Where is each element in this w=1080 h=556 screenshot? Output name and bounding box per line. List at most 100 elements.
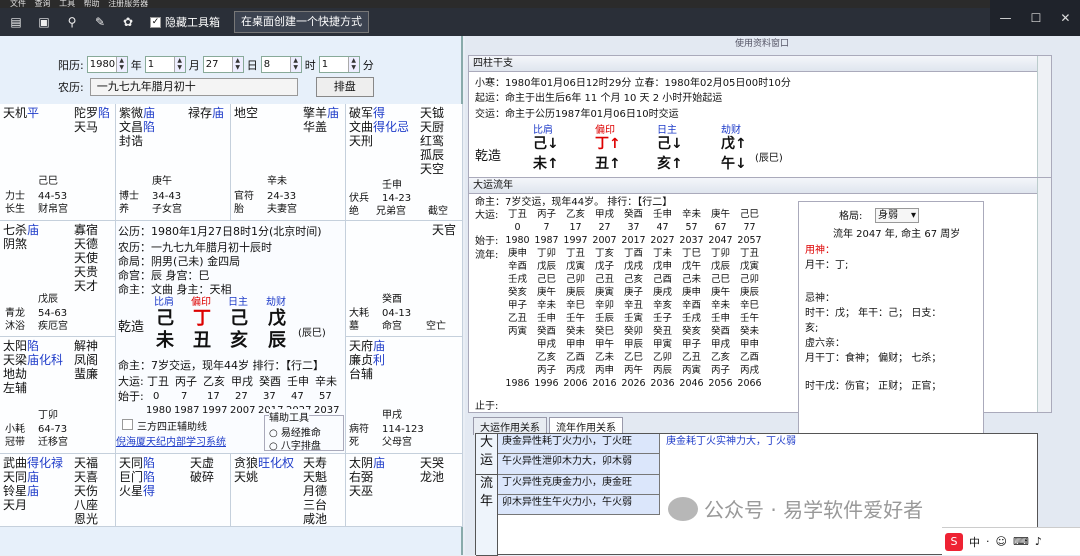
liunian-cell[interactable]: 丙寅 (503, 325, 532, 338)
liunian-cell[interactable]: 辛巳 (735, 299, 764, 312)
relation-cell[interactable]: 庚金耗丁火实神力大，丁火弱 (662, 434, 862, 454)
tray-item[interactable]: · (986, 535, 990, 548)
liunian-cell[interactable]: 甲午 (590, 338, 619, 351)
palace-maomu[interactable]: 太阳陷 天梁庙化科 地劫 左辅 解神 凤阁 蜚廉 丁卯 小耗 64-73 冠带 … (0, 337, 116, 454)
liunian-cell[interactable]: 癸未 (735, 325, 764, 338)
palace-shenjin[interactable]: 破军得 文曲得化忌 天刑 天钺 天厨 红鸾 孤辰 天空 壬申 伏兵 14-23 … (346, 104, 463, 221)
minimize-icon[interactable]: — (1000, 11, 1012, 25)
liunian-cell[interactable]: 癸酉 (532, 325, 561, 338)
menu-register[interactable]: 注册服务器 (108, 0, 148, 8)
liunian-cell[interactable]: 癸亥 (677, 325, 706, 338)
liunian-cell[interactable]: 辛巳 (561, 299, 590, 312)
liunian-cell[interactable]: 庚辰 (561, 286, 590, 299)
liunian-cell[interactable]: 戊午 (677, 260, 706, 273)
pin-icon[interactable]: ✎ (91, 13, 109, 31)
liunian-cell[interactable]: 戊子 (590, 260, 619, 273)
liunian-cell[interactable]: 甲戌 (706, 338, 735, 351)
liunian-cell[interactable]: 己卯 (561, 273, 590, 286)
spin-arrows-icon[interactable]: ▲ ▼ (115, 57, 127, 72)
tray-item[interactable]: 中 (969, 534, 980, 550)
tray-item[interactable]: ⌨ (1013, 535, 1029, 548)
radio-bazi[interactable]: ○ 八字排盘 (269, 437, 321, 452)
spin-arrows-icon[interactable]: ▲ ▼ (231, 57, 243, 72)
liunian-cell[interactable]: 乙卯 (648, 351, 677, 364)
palace-haishui[interactable]: 太阴庙 右弼 天巫 天哭 龙池 (346, 454, 463, 527)
liunian-cell[interactable]: 己巳 (532, 273, 561, 286)
liunian-cell[interactable]: 庚寅 (590, 286, 619, 299)
liunian-cell[interactable]: 辛卯 (590, 299, 619, 312)
liunian-cell[interactable]: 丁亥 (590, 247, 619, 260)
liunian-cell[interactable]: 辛亥 (648, 299, 677, 312)
dayun-cell[interactable]: 甲戌 (590, 208, 619, 221)
liunian-cell[interactable]: 乙未 (590, 351, 619, 364)
palace-sishe[interactable]: 天机平 陀罗陷 天马 己巳 力士 44-53 长生 财帛宫 (0, 104, 116, 221)
color-icon[interactable]: ✿ (119, 13, 137, 31)
liunian-cell[interactable]: 戊辰 (706, 260, 735, 273)
menu-tools[interactable]: 工具 (59, 0, 75, 8)
hour-spinner[interactable]: 8 ▲ ▼ (260, 56, 302, 73)
spin-arrows-icon[interactable]: ▲ ▼ (347, 57, 359, 72)
liunian-cell[interactable]: 戊申 (648, 260, 677, 273)
liunian-cell[interactable]: 辛酉 (503, 260, 532, 273)
palace-chenmu[interactable]: 七杀庙 阴煞 寡宿 天德 天使 天贵 天才 戊辰 青龙 54-63 沐浴 疾厄宫 (0, 221, 116, 337)
ime-icon[interactable]: S (945, 532, 963, 551)
dayun-cell[interactable]: 壬申 (648, 208, 677, 221)
liunian-cell[interactable]: 辛未 (532, 299, 561, 312)
liunian-cell[interactable]: 丁丑 (561, 247, 590, 260)
liunian-cell[interactable]: 己卯 (735, 273, 764, 286)
dayun-cell[interactable]: 庚午 (706, 208, 735, 221)
minute-value[interactable]: 1 (320, 59, 348, 70)
liunian-cell[interactable]: 戊寅 (561, 260, 590, 273)
liunian-cell[interactable]: 辛丑 (619, 299, 648, 312)
geju-select[interactable]: 身弱 ▾ (875, 208, 919, 223)
liunian-cell[interactable]: 乙丑 (503, 312, 532, 325)
liunian-cell[interactable]: 癸未 (561, 325, 590, 338)
year-value[interactable]: 1980 (88, 59, 116, 70)
liunian-cell[interactable]: 乙巳 (619, 351, 648, 364)
liunian-cell[interactable]: 丁卯 (706, 247, 735, 260)
liunian-cell[interactable]: 己丑 (590, 273, 619, 286)
liunian-cell[interactable]: 庚子 (619, 286, 648, 299)
new-document-icon[interactable]: ▤ (7, 13, 25, 31)
liunian-cell[interactable]: 癸巳 (590, 325, 619, 338)
liunian-cell[interactable]: 己未 (677, 273, 706, 286)
dayun-cell[interactable]: 乙亥 (561, 208, 590, 221)
liunian-cell[interactable]: 丙戌 (735, 364, 764, 377)
liunian-cell[interactable]: 乙丑 (677, 351, 706, 364)
liunian-cell[interactable]: 乙亥 (706, 351, 735, 364)
liunian-cell[interactable]: 壬戌 (677, 312, 706, 325)
liunian-cell[interactable]: 壬辰 (590, 312, 619, 325)
liunian-cell[interactable]: 丙午 (619, 364, 648, 377)
dayun-cell[interactable]: 癸酉 (619, 208, 648, 221)
liunian-cell[interactable]: 甲子 (677, 338, 706, 351)
palace-zishui[interactable]: 贪狼旺化权 天姚 天寿 天魁 月德 三台 咸池 (231, 454, 346, 527)
liunian-cell[interactable]: 癸卯 (619, 325, 648, 338)
liunian-cell[interactable]: 癸亥 (503, 286, 532, 299)
dayun-cell[interactable]: 辛未 (677, 208, 706, 221)
checkbox-box[interactable] (122, 419, 133, 430)
liunian-cell[interactable]: 庚辰 (735, 286, 764, 299)
liunian-cell[interactable]: 戊寅 (735, 260, 764, 273)
liunian-cell[interactable]: 戊戌 (619, 260, 648, 273)
liunian-cell[interactable]: 己亥 (619, 273, 648, 286)
liunian-cell[interactable]: 癸丑 (648, 325, 677, 338)
month-spinner[interactable]: 1 ▲ ▼ (144, 56, 186, 73)
learning-system-link[interactable]: 倪海厦天纪内部学习系统 (116, 436, 226, 449)
liunian-cell[interactable]: 甲寅 (648, 338, 677, 351)
liunian-cell[interactable]: 甲戌 (532, 338, 561, 351)
close-icon[interactable]: ✕ (1060, 11, 1070, 25)
sanfang-checkbox[interactable]: 三方四正辅助线 (122, 419, 207, 434)
menu-help[interactable]: 帮助 (84, 0, 100, 8)
palace-choutu[interactable]: 天同陷 巨门陷 火星得 天虚 破碎 (116, 454, 231, 527)
palace-weimo[interactable]: 地空 擎羊庙 华盖 辛未 官符 24-33 胎 夫妻宫 (231, 104, 346, 221)
palace-xutu[interactable]: 天府庙 廉贞利 台辅 甲戌 病符 114-123 死 父母宫 (346, 337, 463, 454)
tray-item[interactable]: ♪ (1035, 535, 1042, 548)
liunian-cell[interactable]: 丁巳 (677, 247, 706, 260)
relation-cell[interactable]: 午火异性泄卯木力大，卯木弱 (498, 454, 660, 475)
save-icon[interactable]: ▣ (35, 13, 53, 31)
liunian-cell[interactable]: 丙戌 (561, 364, 590, 377)
tray-item[interactable]: ☺ (996, 535, 1007, 548)
hour-value[interactable]: 8 (262, 59, 290, 70)
liunian-cell[interactable]: 丙辰 (648, 364, 677, 377)
liunian-cell[interactable]: 壬子 (648, 312, 677, 325)
